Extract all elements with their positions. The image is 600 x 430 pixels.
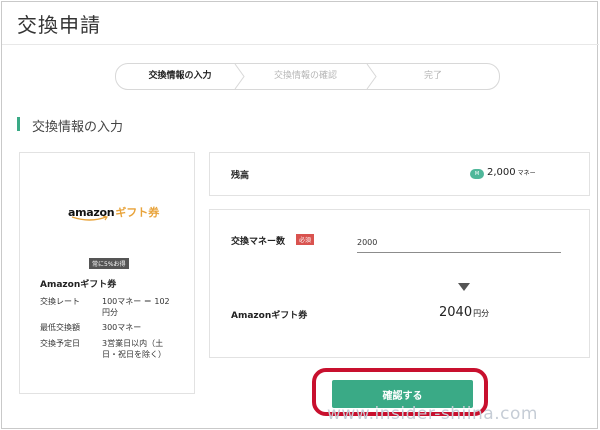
balance-label: 残高 [231,171,250,181]
watermark: www.insider-shiina.com [327,404,538,424]
exchange-amount-label: 交換マネー数 [231,237,286,247]
amazon-smile-icon [71,216,108,221]
progress-steps: 交換情報の入力 交換情報の確認 完了 [115,63,500,90]
gift-card-label: Amazonギフト券 [231,311,308,321]
amazon-gift-logo: amazonギフト券 [68,204,160,221]
step-complete: 完了 [423,71,442,81]
exchange-amount-input[interactable] [357,232,561,253]
gift-card-amount: 2040 [439,305,473,320]
required-badge: 必須 [296,234,315,245]
section-accent-bar [17,117,20,131]
page-frame: 交換申請 交換情報の入力 交換情報の確認 完了 交換情報の入力 amazonギフ… [1,1,599,429]
balance-value: 2,000 マネー [487,167,536,178]
gift-card-unit: 円分 [473,309,490,318]
page-title: 交換申請 [17,13,101,37]
exchange-panel: 交換マネー数 必須 Amazonギフト券 2040円分 [209,209,590,358]
title-divider [2,44,599,45]
spec-label: 交換予定日 [40,339,80,348]
product-card: amazonギフト券 常に5%お得 Amazonギフト券 交換レート 100マネ… [19,152,195,394]
gift-card-value: 2040円分 [439,305,489,320]
balance-amount: 2,000 [487,167,516,178]
product-name: Amazonギフト券 [40,280,117,290]
section-title: 交換情報の入力 [32,120,124,135]
arrow-down-icon [458,283,470,291]
logo-gift-text: ギフト券 [115,206,160,219]
spec-value: 3営業日以内（土日・祝日を除く） [102,339,166,359]
spec-value: 300マネー [102,323,142,332]
step-confirm: 交換情報の確認 [273,71,337,81]
spec-value: 100マネー ＝ 102円分 [102,297,170,317]
balance-unit: マネー [517,170,536,177]
spec-label: 最低交換額 [40,323,80,332]
money-coin-icon: M [470,169,484,179]
balance-panel: 残高 M 2,000 マネー [209,152,590,196]
spec-label: 交換レート [40,297,80,306]
discount-badge: 常に5%お得 [89,258,129,269]
step-input: 交換情報の入力 [148,71,212,81]
